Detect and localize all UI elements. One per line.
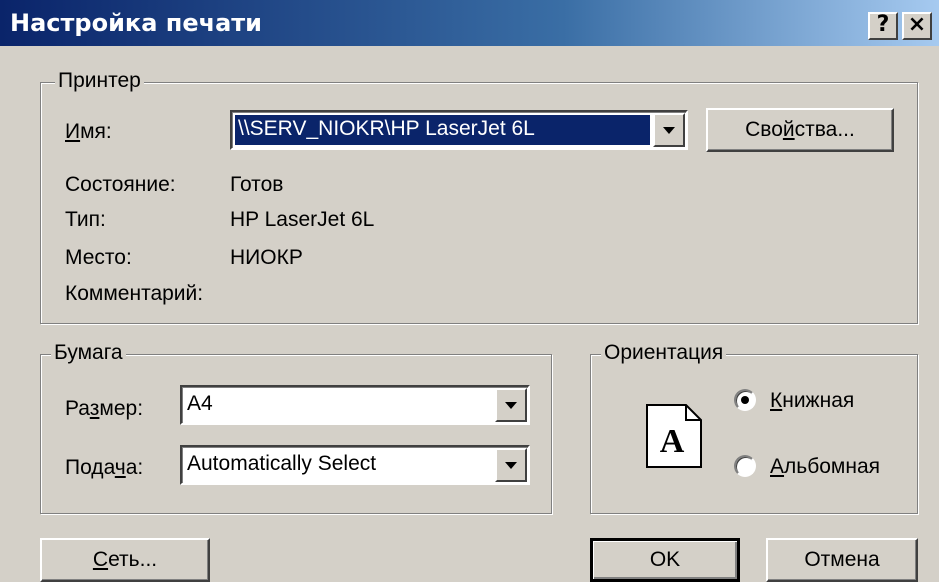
paper-size-value: A4 xyxy=(187,392,213,415)
printer-name-value: \\SERV_NIOKR\HP LaserJet 6L xyxy=(235,115,650,145)
help-button[interactable]: ? xyxy=(868,12,898,40)
type-value: HP LaserJet 6L xyxy=(230,208,375,231)
chevron-down-icon[interactable] xyxy=(495,388,527,422)
cancel-button[interactable]: Отмена xyxy=(766,538,918,582)
paper-source-value: Automatically Select xyxy=(187,452,377,475)
title-bar: Настройка печати ? × xyxy=(0,0,939,46)
status-label: Состояние: xyxy=(65,173,176,196)
location-label: Место: xyxy=(65,246,132,269)
portrait-label[interactable]: Книжная xyxy=(770,388,854,414)
paper-group-label: Бумага xyxy=(51,340,126,366)
paper-source-label: Подача: xyxy=(65,456,144,479)
close-button[interactable]: × xyxy=(902,12,932,40)
window-title: Настройка печати xyxy=(10,9,262,37)
printer-name-select[interactable]: \\SERV_NIOKR\HP LaserJet 6L xyxy=(230,110,688,150)
printer-group-label: Принтер xyxy=(55,68,144,94)
paper-source-select[interactable]: Automatically Select xyxy=(180,445,530,485)
page-portrait-icon: A xyxy=(646,404,702,468)
orientation-group-label: Ориентация xyxy=(601,340,727,366)
comment-label: Комментарий: xyxy=(65,282,204,305)
landscape-radio[interactable] xyxy=(734,455,756,477)
chevron-down-icon[interactable] xyxy=(653,113,685,147)
paper-group: Бумага xyxy=(40,340,552,514)
location-value: НИОКР xyxy=(230,246,303,269)
chevron-down-icon[interactable] xyxy=(495,448,527,482)
page-icon-letter: A xyxy=(660,423,685,460)
printer-name-label: Имя: xyxy=(65,120,112,143)
paper-size-select[interactable]: A4 xyxy=(180,385,530,425)
properties-button[interactable]: Свойства... xyxy=(706,108,894,152)
type-label: Тип: xyxy=(65,208,106,231)
network-button[interactable]: Сеть... xyxy=(40,538,210,582)
ok-button[interactable]: OK xyxy=(590,538,740,582)
status-value: Готов xyxy=(230,173,284,196)
paper-size-label: Размер: xyxy=(65,397,144,420)
landscape-label[interactable]: Альбомная xyxy=(770,454,880,480)
portrait-radio[interactable] xyxy=(734,389,756,411)
orientation-group: Ориентация xyxy=(590,340,918,514)
